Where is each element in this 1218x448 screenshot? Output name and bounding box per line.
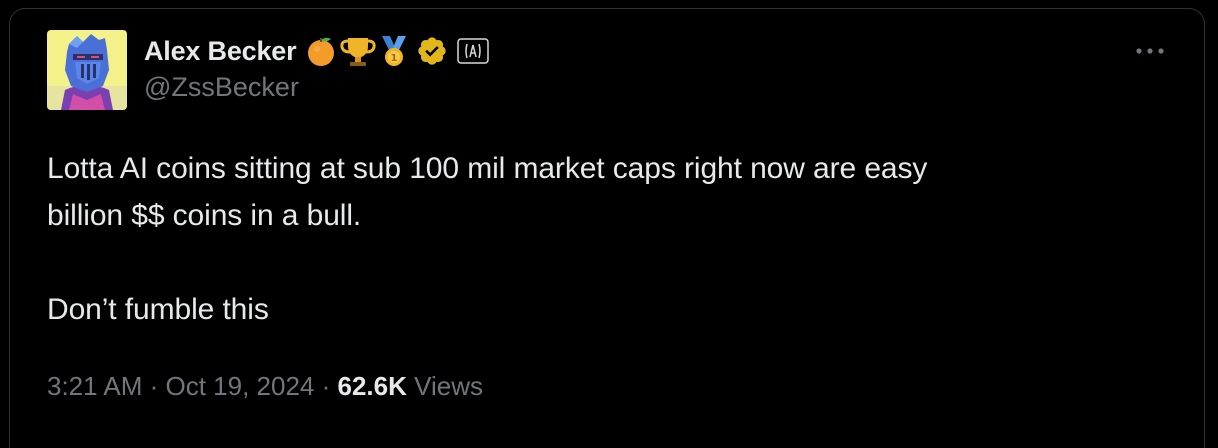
medal-icon: 1	[382, 36, 407, 66]
avatar[interactable]	[47, 30, 127, 110]
more-options-button[interactable]	[1130, 39, 1170, 63]
separator: ·	[314, 371, 338, 401]
author-name[interactable]: Alex Becker	[144, 36, 297, 67]
trophy-icon	[340, 38, 377, 66]
tweet-text-line: Don’t fumble this	[47, 293, 269, 326]
verified-badge-icon[interactable]	[416, 35, 448, 67]
author-handle[interactable]: @ZssBecker	[144, 72, 490, 103]
tweet-meta: 3:21 AM · Oct 19, 2024 · 62.6K Views	[47, 371, 483, 402]
tweet-text-line: billion $$ coins in a bull.	[47, 199, 362, 232]
tweet-date-link[interactable]: Oct 19, 2024	[166, 371, 315, 402]
affiliate-badge-icon[interactable]	[456, 36, 490, 66]
avatar-image	[47, 30, 127, 110]
views-label: Views	[406, 371, 484, 401]
more-icon	[1136, 48, 1164, 54]
tweet-time-link[interactable]: 3:21 AM	[47, 371, 142, 402]
tweet-text: Lotta AI coins sitting at sub 100 mil ma…	[47, 145, 1147, 333]
separator: ·	[142, 371, 166, 401]
views-count: 62.6K	[337, 371, 407, 401]
tweet-text-line: Lotta AI coins sitting at sub 100 mil ma…	[47, 152, 928, 185]
orange-icon	[308, 37, 335, 66]
tweet-card[interactable]: Alex Becker 1 @ZssBecker Lotta AI coins …	[9, 8, 1205, 448]
svg-text:1: 1	[391, 53, 398, 64]
